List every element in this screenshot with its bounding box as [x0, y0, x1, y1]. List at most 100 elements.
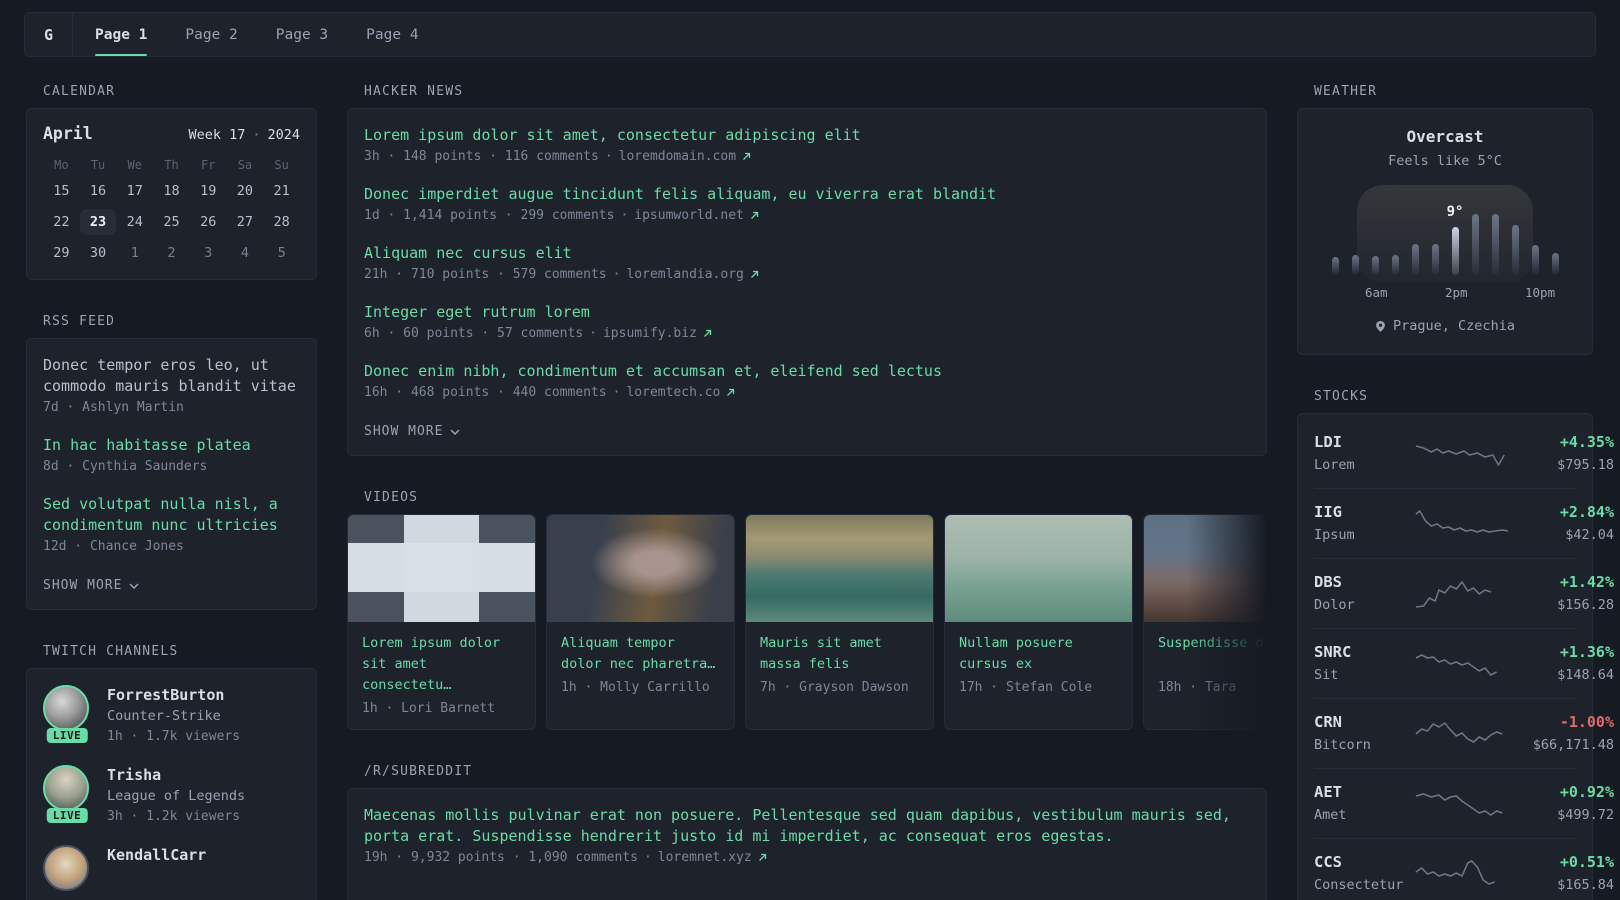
calendar-day-grid: 15 16 17 18 19 20 21 22 23 24 25 26 27 2…: [43, 178, 300, 266]
video-thumbnail[interactable]: [348, 515, 535, 622]
rss-show-more-button[interactable]: SHOW MORE: [43, 578, 139, 593]
calendar-day: 17: [126, 183, 143, 199]
avatar[interactable]: [43, 765, 89, 811]
video-title[interactable]: Mauris sit amet massa felis: [760, 633, 919, 675]
hn-show-more-button[interactable]: SHOW MORE: [364, 424, 460, 439]
weather-bar-slot: [1345, 211, 1365, 275]
app-logo[interactable]: G: [25, 13, 73, 56]
calendar-section-label: CALENDAR: [43, 84, 116, 99]
avatar[interactable]: [43, 685, 89, 731]
weather-bar-slot: [1545, 211, 1565, 275]
stock-sparkline: [1415, 509, 1509, 533]
twitch-channel-info: KendallCarr: [107, 845, 206, 900]
tab-page-2[interactable]: Page 2: [185, 13, 237, 56]
video-thumbnail[interactable]: [945, 515, 1132, 622]
weather-bar: [1431, 244, 1439, 275]
hn-item-domain-link[interactable]: loremlandia.org: [626, 264, 743, 285]
stock-price: $156.28: [1557, 597, 1614, 613]
video-title[interactable]: Aliquam tempor dolor nec pharetra…: [561, 633, 720, 675]
hn-item-domain-link[interactable]: ipsumworld.net: [634, 205, 744, 226]
stock-symbol: SNRC: [1314, 643, 1352, 661]
hn-item-domain-link[interactable]: ipsumify.biz: [603, 323, 697, 344]
stock-values: +0.51% $165.84: [1510, 852, 1614, 895]
video-meta: 1h · Molly Carrillo: [561, 680, 710, 695]
hn-item-meta: 1d · 1,414 points · 299 comments · ipsum…: [364, 205, 1250, 226]
hn-item-title[interactable]: Donec enim nibh, condimentum et accumsan…: [364, 361, 1250, 382]
current-temperature-label: 9°: [1446, 204, 1464, 220]
stock-id: CRN Bitcorn: [1314, 712, 1414, 755]
calendar-widget: CALENDAR April Week 17 · 2024 Mo Tu We T…: [26, 84, 317, 280]
calendar-day: 19: [200, 183, 217, 199]
calendar-week: Week 17: [188, 127, 246, 143]
weather-bar: [1391, 255, 1399, 275]
separator-dot: ·: [643, 850, 652, 865]
subreddit-widget: /R/SUBREDDIT Maecenas mollis pulvinar er…: [347, 764, 1267, 900]
video-card[interactable]: Aliquam tempor dolor nec pharetra… 1h · …: [546, 514, 735, 730]
subreddit-domain-link[interactable]: loremnet.xyz: [658, 847, 752, 868]
weather-bar: [1351, 255, 1359, 275]
rss-item-title[interactable]: Donec tempor eros leo, ut commodo mauris…: [43, 355, 300, 397]
separator-dot: ·: [604, 149, 613, 164]
rss-item-title[interactable]: In hac habitasse platea: [43, 435, 300, 456]
show-more-label: SHOW MORE: [43, 578, 123, 593]
hn-item: Donec enim nibh, condimentum et accumsan…: [364, 361, 1250, 403]
hn-item-title[interactable]: Aliquam nec cursus elit: [364, 243, 1250, 264]
hn-item-title[interactable]: Donec imperdiet augue tincidunt felis al…: [364, 184, 1250, 205]
calendar-day-next-month: 2: [167, 245, 176, 261]
stock-values: +0.92% $499.72: [1510, 782, 1614, 825]
rss-item-title[interactable]: Sed volutpat nulla nisl, a condimentum n…: [43, 494, 300, 536]
video-card[interactable]: Lorem ipsum dolor sit amet consectetu… 1…: [347, 514, 536, 730]
twitch-channel-name[interactable]: Trisha: [107, 766, 161, 784]
stock-values: +4.35% $795.18: [1510, 432, 1614, 475]
video-card-body: Aliquam tempor dolor nec pharetra… 1h · …: [547, 622, 734, 708]
video-thumbnail[interactable]: [1144, 515, 1267, 622]
weather-bars: [1325, 211, 1565, 275]
stock-price: $165.84: [1557, 877, 1614, 893]
video-card[interactable]: Suspendisse diam 18h · Tara: [1143, 514, 1267, 730]
video-thumbnail[interactable]: [547, 515, 734, 622]
hn-item-domain-link[interactable]: loremdomain.com: [619, 146, 736, 167]
twitch-channel-name[interactable]: ForrestBurton: [107, 686, 224, 704]
rss-widget: RSS FEED Donec tempor eros leo, ut commo…: [26, 314, 317, 610]
video-card[interactable]: Nullam posuere cursus ex 17h · Stefan Co…: [944, 514, 1133, 730]
video-title[interactable]: Lorem ipsum dolor sit amet consectetu…: [362, 633, 521, 696]
separator-dot: ·: [612, 385, 621, 400]
tab-page-1[interactable]: Page 1: [95, 13, 148, 56]
hn-item: Donec imperdiet augue tincidunt felis al…: [364, 184, 1250, 226]
subreddit-post: Maecenas mollis pulvinar erat non posuer…: [364, 805, 1250, 868]
calendar-day-next-month: 5: [277, 245, 286, 261]
calendar-day-next-month: 3: [204, 245, 213, 261]
video-title[interactable]: Suspendisse diam: [1158, 633, 1267, 675]
hn-item-domain-link[interactable]: loremtech.co: [626, 382, 720, 403]
video-card[interactable]: Mauris sit amet massa felis 7h · Grayson…: [745, 514, 934, 730]
hn-item-title[interactable]: Integer eget rutrum lorem: [364, 302, 1250, 323]
external-link-icon: [750, 270, 759, 279]
subreddit-post-title[interactable]: Maecenas mollis pulvinar erat non posuer…: [364, 805, 1250, 847]
hn-item: Lorem ipsum dolor sit amet, consectetur …: [364, 125, 1250, 167]
avatar[interactable]: [43, 845, 89, 891]
middle-column: HACKER NEWS Lorem ipsum dolor sit amet, …: [347, 84, 1267, 900]
video-title[interactable]: Nullam posuere cursus ex: [959, 633, 1118, 675]
stock-row: IIG Ipsum +2.84% $42.04: [1314, 488, 1614, 558]
calendar-day: 22: [53, 214, 70, 230]
rss-item-meta: 8d · Cynthia Saunders: [43, 459, 208, 474]
hn-item-meta: 3h · 148 points · 116 comments · loremdo…: [364, 146, 1250, 167]
stock-name: Amet: [1314, 807, 1347, 823]
weather-bar: [1491, 214, 1499, 275]
twitch-channel-name[interactable]: KendallCarr: [107, 846, 206, 864]
rss-item-meta: 12d · Chance Jones: [43, 539, 184, 554]
hn-item-title[interactable]: Lorem ipsum dolor sit amet, consectetur …: [364, 125, 1250, 146]
video-thumbnail[interactable]: [746, 515, 933, 622]
stock-id: CCS Consectetur: [1314, 852, 1414, 895]
video-card-body: Suspendisse diam 18h · Tara: [1144, 622, 1267, 708]
video-meta: 7h · Grayson Dawson: [760, 680, 909, 695]
external-link-icon: [758, 853, 767, 862]
stock-change: +1.36%: [1559, 643, 1614, 661]
stock-sparkline: [1415, 580, 1492, 608]
tab-page-3[interactable]: Page 3: [276, 13, 328, 56]
stock-id: IIG Ipsum: [1314, 502, 1414, 545]
separator-dot: ·: [620, 208, 629, 223]
calendar-year: 2024: [267, 127, 300, 143]
tab-page-4[interactable]: Page 4: [366, 13, 418, 56]
stock-change: +1.42%: [1559, 573, 1614, 591]
